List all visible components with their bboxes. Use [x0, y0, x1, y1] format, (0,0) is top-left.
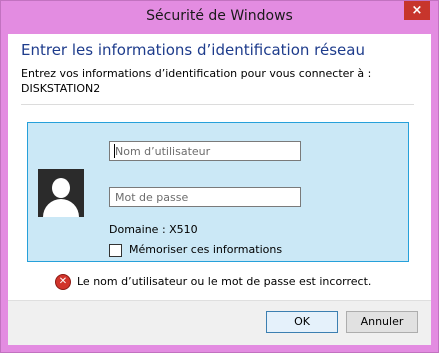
- connect-prompt: Entrez vos informations d’identification…: [21, 67, 372, 80]
- dialog-body: Entrer les informations d’identification…: [8, 34, 431, 345]
- credential-dialog-window: Sécurité de Windows × Entrer les informa…: [0, 0, 439, 353]
- close-icon: ×: [411, 3, 423, 18]
- user-silhouette-icon: [38, 169, 84, 217]
- avatar-shoulders: [43, 199, 79, 217]
- remember-checkbox[interactable]: [109, 244, 122, 257]
- domain-label: Domaine : X510: [109, 223, 198, 236]
- credential-tile[interactable]: Domaine : X510 Mémoriser ces information…: [27, 122, 409, 262]
- window-title: Sécurité de Windows: [146, 8, 293, 24]
- server-name: DISKSTATION2: [21, 82, 101, 95]
- button-bar: OK Annuler: [8, 300, 431, 345]
- title-bar[interactable]: Sécurité de Windows ×: [1, 1, 438, 34]
- text-caret: [114, 144, 115, 158]
- dialog-heading: Entrer les informations d’identification…: [21, 41, 365, 59]
- remember-label: Mémoriser ces informations: [129, 243, 283, 256]
- error-message: Le nom d’utilisateur ou le mot de passe …: [77, 275, 372, 288]
- ok-button[interactable]: OK: [266, 311, 338, 333]
- error-x-icon: ✕: [55, 274, 71, 290]
- cancel-button[interactable]: Annuler: [346, 311, 418, 333]
- username-input[interactable]: [109, 141, 301, 161]
- password-input[interactable]: [109, 187, 301, 207]
- close-button[interactable]: ×: [404, 1, 430, 20]
- avatar-head: [52, 178, 70, 198]
- divider: [21, 104, 414, 105]
